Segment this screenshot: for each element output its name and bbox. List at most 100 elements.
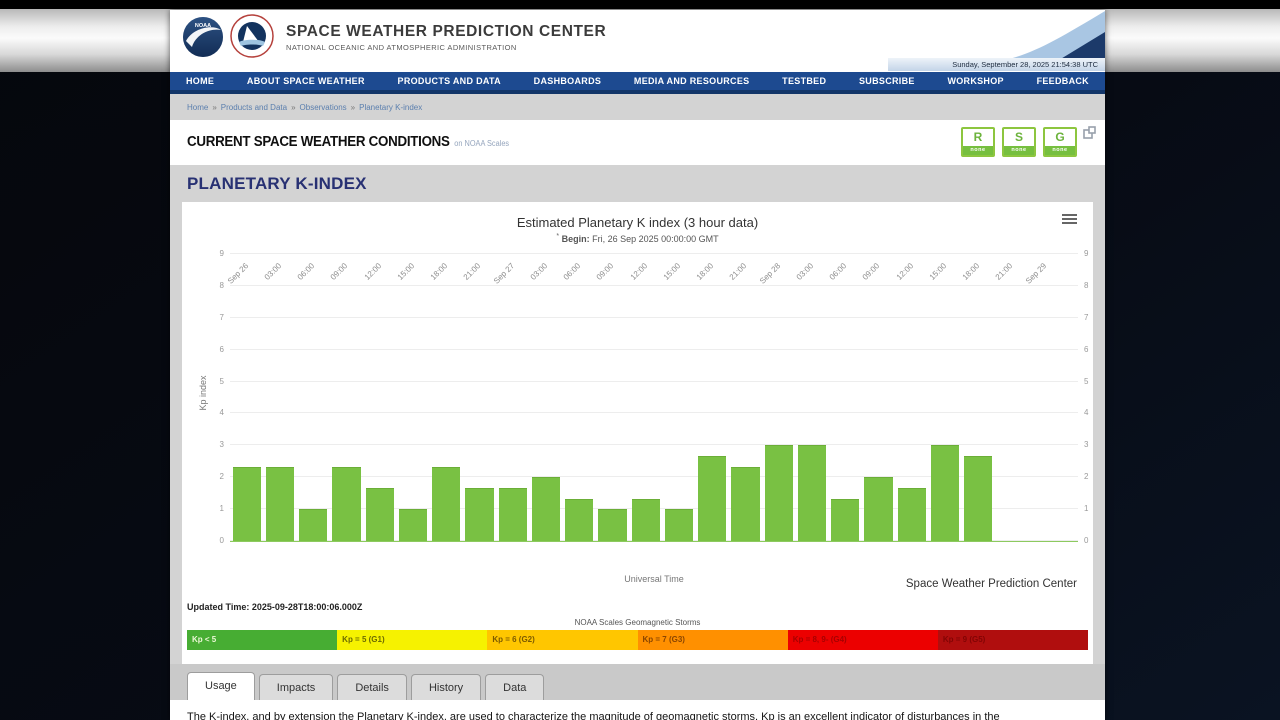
nav-item-testbed[interactable]: TESTBED	[782, 76, 826, 86]
noaa-scale-badges: Rnone Snone Gnone	[961, 127, 1077, 157]
kp-bar[interactable]	[465, 487, 494, 541]
y-tick-label-right: 1	[1084, 504, 1089, 514]
kp-bar[interactable]	[265, 466, 294, 541]
top-black-bar	[0, 0, 1280, 9]
kp-bar[interactable]	[631, 498, 660, 541]
main-nav: HOME ABOUT SPACE WEATHER PRODUCTS AND DATA…	[170, 72, 1105, 94]
gridline	[230, 348, 1078, 350]
kp-bar[interactable]	[332, 466, 361, 541]
kp-bar[interactable]	[232, 466, 261, 541]
tab-impacts[interactable]: Impacts	[258, 674, 334, 700]
kp-bar[interactable]	[432, 466, 461, 541]
current-date-time: Sunday, September 28, 2025 21:54:38 UTC	[888, 58, 1105, 71]
nav-item-media-and-resources[interactable]: MEDIA AND RESOURCES	[634, 76, 750, 86]
kp-bar[interactable]	[797, 445, 827, 541]
y-tick-label-right: 4	[1084, 408, 1089, 418]
scale-letter: G	[1055, 130, 1065, 144]
conditions-title-text: CURRENT SPACE WEATHER CONDITIONS	[187, 134, 450, 150]
nav-item-home[interactable]: HOME	[186, 76, 214, 86]
y-tick-label-left: 1	[219, 504, 224, 514]
kp-bar[interactable]	[964, 455, 993, 541]
kp-bar[interactable]	[565, 498, 594, 541]
tab-content: The K-index, and by extension the Planet…	[170, 700, 1105, 720]
scale-segment-1: Kp < 5	[187, 630, 338, 650]
kp-bar[interactable]	[698, 455, 727, 541]
y-tick-label-left: 2	[219, 472, 224, 482]
kp-bar[interactable]	[897, 487, 926, 541]
gridline	[230, 380, 1078, 382]
y-tick-label-right: 8	[1084, 280, 1089, 290]
tab-details[interactable]: Details	[337, 674, 407, 700]
scale-status: none	[1045, 146, 1075, 155]
scale-badge-g[interactable]: Gnone	[1043, 127, 1077, 157]
scale-badge-s[interactable]: Snone	[1002, 127, 1036, 157]
svg-text:NOAA: NOAA	[195, 23, 211, 29]
chart-subtitle-marker: *	[556, 233, 560, 240]
nav-item-dashboards[interactable]: DASHBOARDS	[534, 76, 602, 86]
breadcrumb-link-products-and-data[interactable]: Products and Data	[221, 103, 287, 112]
kp-bar[interactable]	[831, 498, 860, 541]
tab-history[interactable]: History	[410, 674, 482, 700]
nav-item-feedback[interactable]: FEEDBACK	[1037, 76, 1089, 86]
y-tick-label-left: 4	[219, 408, 224, 418]
kp-bar[interactable]	[531, 477, 561, 541]
tab-data[interactable]: Data	[485, 674, 545, 700]
y-axis-title: Kp index	[198, 375, 208, 411]
breadcrumb-link-planetary-k-index[interactable]: Planetary K-index	[359, 103, 422, 112]
y-tick-label-right: 5	[1084, 376, 1089, 386]
scale-segment-5: Kp = 8, 9- (G4)	[787, 630, 938, 650]
header-text: SPACE WEATHER PREDICTION CENTER NATIONAL…	[286, 23, 606, 52]
breadcrumb-link-home[interactable]: Home	[187, 103, 208, 112]
scale-status: none	[963, 146, 993, 155]
nws-logo-icon[interactable]	[230, 14, 274, 63]
kp-bar[interactable]	[864, 477, 893, 541]
scale-segment-3: Kp = 6 (G2)	[487, 630, 638, 650]
kp-bar[interactable]	[398, 509, 428, 541]
site-header: NOAA SPACE WEATHER PREDICTION CENTER NAT…	[170, 10, 1105, 72]
chart-context-menu-icon[interactable]	[1062, 214, 1077, 226]
breadcrumb-link-observations[interactable]: Observations	[300, 103, 347, 112]
updated-time-label: Updated Time:	[187, 602, 250, 612]
chart-credit: Space Weather Prediction Center	[905, 578, 1077, 590]
nav-item-about-space-weather[interactable]: ABOUT SPACE WEATHER	[247, 76, 365, 86]
scale-legend-title: NOAA Scales Geomagnetic Storms	[574, 618, 701, 627]
y-tick-label-right: 9	[1084, 249, 1089, 258]
breadcrumb-separator: »	[212, 102, 217, 112]
kp-bar[interactable]	[930, 445, 960, 541]
tabs-bar: Usage Impacts Details History Data	[170, 664, 1105, 700]
page-title: PLANETARY K-INDEX	[170, 165, 1105, 202]
nav-item-workshop[interactable]: WORKSHOP	[947, 76, 1003, 86]
kp-bar[interactable]	[365, 487, 394, 541]
y-tick-label-left: 7	[219, 312, 224, 322]
scale-segment-2: Kp = 5 (G1)	[337, 630, 488, 650]
chart-panel: Estimated Planetary K index (3 hour data…	[182, 202, 1093, 664]
y-tick-label-left: 5	[219, 376, 224, 386]
tab-usage[interactable]: Usage	[187, 672, 255, 700]
browser-page: NOAA SPACE WEATHER PREDICTION CENTER NAT…	[170, 10, 1105, 720]
kp-bar[interactable]	[664, 509, 694, 541]
site-title: SPACE WEATHER PREDICTION CENTER	[286, 23, 607, 40]
nav-item-subscribe[interactable]: SUBSCRIBE	[859, 76, 915, 86]
y-tick-label-right: 2	[1084, 472, 1089, 482]
kp-bar[interactable]	[299, 509, 328, 541]
scale-letter: S	[1014, 130, 1023, 144]
plot-area: Kp index Universal Time 0011223344556677…	[198, 249, 1088, 584]
kp-bar[interactable]	[598, 509, 627, 541]
y-tick-label-left: 9	[219, 249, 224, 258]
gridline	[230, 412, 1078, 414]
noaa-logo-icon[interactable]: NOAA	[183, 17, 223, 62]
scale-badge-r[interactable]: Rnone	[961, 127, 995, 157]
breadcrumb-separator: »	[291, 102, 296, 112]
y-tick-label-left: 0	[219, 536, 224, 545]
kp-bar[interactable]	[498, 487, 527, 541]
gridline	[230, 253, 1078, 254]
nav-item-products-and-data[interactable]: PRODUCTS AND DATA	[398, 76, 501, 86]
y-tick-label-right: 7	[1084, 312, 1089, 322]
kp-bar[interactable]	[764, 445, 793, 541]
external-link-icon[interactable]	[1083, 126, 1096, 144]
updated-time-value: 2025-09-28T18:00:06.000Z	[251, 602, 363, 612]
updated-time: Updated Time: 2025-09-28T18:00:06.000Z	[187, 602, 362, 612]
y-tick-label-right: 3	[1084, 440, 1089, 450]
kp-bar[interactable]	[731, 466, 760, 541]
scale-segment-6: Kp = 9 (G5)	[937, 630, 1089, 650]
